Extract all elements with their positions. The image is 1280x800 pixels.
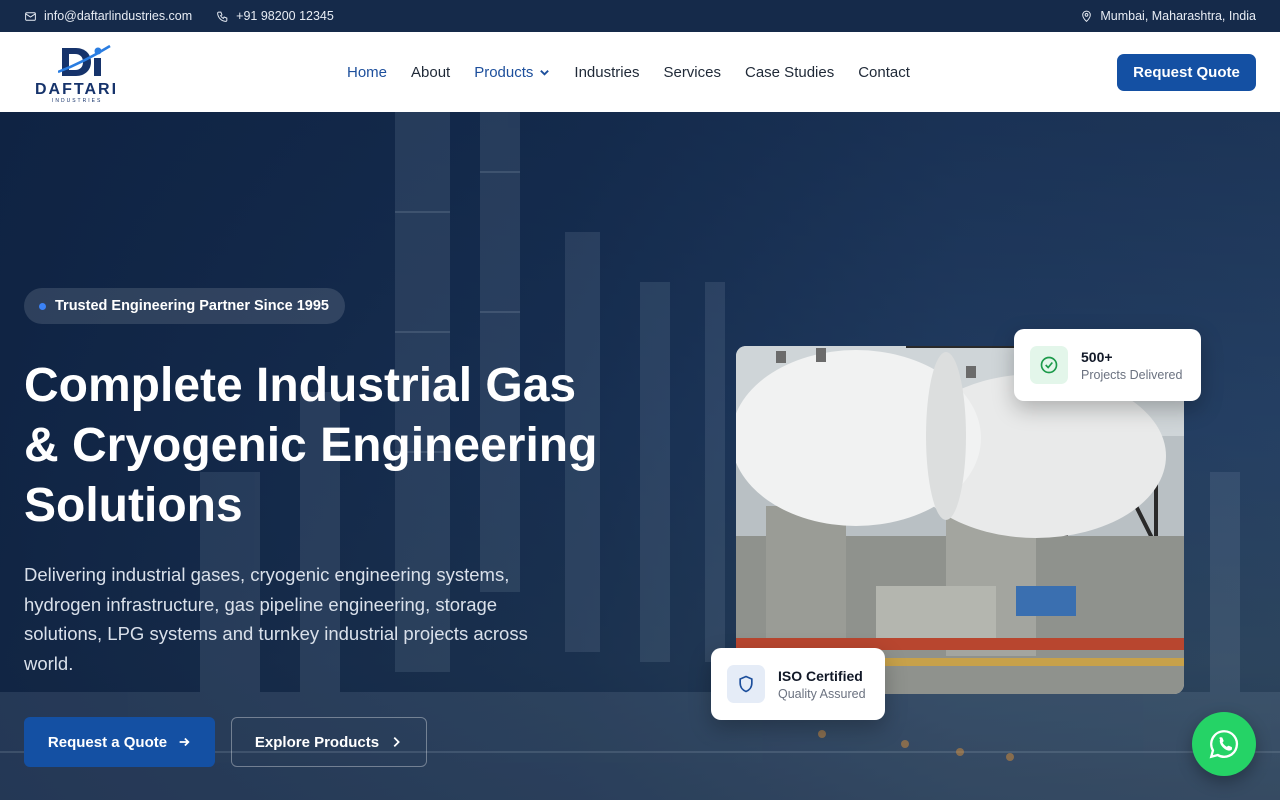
stat-value: 500+ (1081, 348, 1113, 365)
location-text: Mumbai, Maharashtra, India (1100, 9, 1256, 23)
chevron-right-icon (393, 737, 400, 747)
iso-title: ISO Certified (778, 667, 863, 684)
nav-about[interactable]: About (411, 64, 450, 81)
logo-mark-icon (58, 44, 111, 76)
headline-line-3: Solutions (24, 479, 243, 532)
trust-badge: Trusted Engineering Partner Since 1995 (24, 288, 345, 324)
company-logo[interactable]: DAFTARI INDUSTRIES (34, 42, 154, 104)
badge-dot-icon (39, 302, 46, 310)
explore-products-label: Explore Products (254, 733, 380, 751)
email-contact[interactable]: info@daftarlindustries.com (24, 9, 192, 23)
phone-icon (217, 11, 228, 22)
request-a-quote-label: Request a Quote (47, 733, 168, 751)
nav-home[interactable]: Home (347, 64, 387, 81)
explore-products-button[interactable]: Explore Products (231, 717, 427, 767)
iso-certified-card: ISO Certified Quality Assured (711, 648, 885, 720)
mail-icon (25, 11, 36, 21)
chevron-down-icon (540, 69, 550, 76)
iso-subtitle: Quality Assured (778, 686, 866, 701)
phone-contact[interactable]: +91 98200 12345 (216, 9, 334, 23)
nav-case-studies[interactable]: Case Studies (745, 64, 834, 81)
logo-subtitle: INDUSTRIES (52, 98, 103, 104)
hero-headline: Complete Industrial Gas & Cryogenic Engi… (24, 356, 644, 536)
phone-text[interactable]: +91 98200 12345 (236, 9, 334, 23)
nav-industries[interactable]: Industries (574, 64, 639, 81)
nav-products-label: Products (474, 63, 534, 81)
headline-line-1: Complete Industrial Gas (24, 359, 577, 412)
arrow-right-icon (179, 737, 190, 747)
nav-contact[interactable]: Contact (858, 64, 910, 81)
main-navbar: DAFTARI INDUSTRIES Home About Products I… (0, 32, 1280, 112)
request-a-quote-button[interactable]: Request a Quote (24, 717, 215, 767)
whatsapp-icon (1209, 730, 1239, 759)
hero-description: Delivering industrial gases, cryogenic e… (24, 564, 528, 674)
top-contact-bar: info@daftarlindustries.com +91 98200 123… (0, 0, 1280, 32)
shield-icon (727, 665, 765, 703)
nav-services[interactable]: Services (663, 64, 721, 81)
map-pin-icon (1082, 10, 1092, 22)
headline-line-2: & Cryogenic Engineering (24, 419, 598, 472)
check-badge-icon (1030, 346, 1068, 384)
projects-stat-card: 500+ Projects Delivered (1014, 329, 1201, 401)
logo-wordmark: DAFTARI (35, 81, 119, 98)
request-quote-button[interactable]: Request Quote (1117, 54, 1256, 91)
email-text[interactable]: info@daftarlindustries.com (44, 9, 192, 23)
hero-section: Trusted Engineering Partner Since 1995 C… (0, 112, 1280, 800)
nav-links: Home About Products Industries Services … (347, 32, 910, 112)
location-info: Mumbai, Maharashtra, India (1080, 9, 1256, 23)
badge-text: Trusted Engineering Partner Since 1995 (55, 298, 329, 314)
stat-label: Projects Delivered (1081, 367, 1183, 382)
nav-products[interactable]: Products (474, 64, 550, 81)
whatsapp-chat-button[interactable] (1192, 712, 1256, 776)
